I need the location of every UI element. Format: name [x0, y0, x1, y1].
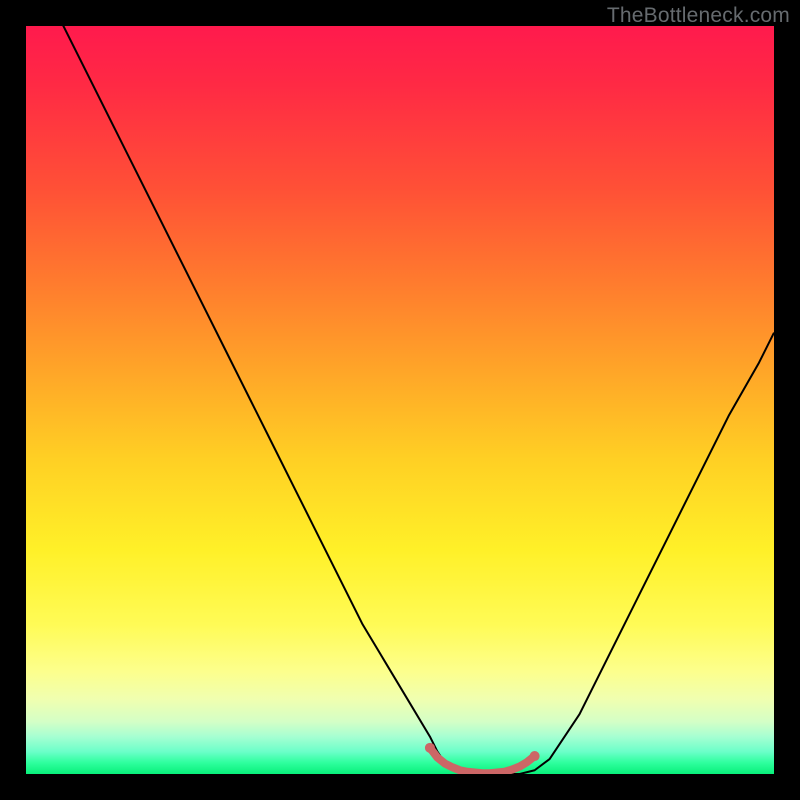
- curve-layer: [26, 26, 774, 774]
- highlight-endpoint: [425, 743, 435, 753]
- flat-minimum-highlight-path: [430, 748, 535, 773]
- bottleneck-curve-path: [26, 26, 774, 774]
- bottleneck-curve: [26, 26, 774, 774]
- highlight-endpoint: [530, 751, 540, 761]
- chart-frame: TheBottleneck.com: [0, 0, 800, 800]
- flat-minimum-highlight: [425, 743, 540, 773]
- plot-area: [26, 26, 774, 774]
- watermark-text: TheBottleneck.com: [607, 4, 790, 28]
